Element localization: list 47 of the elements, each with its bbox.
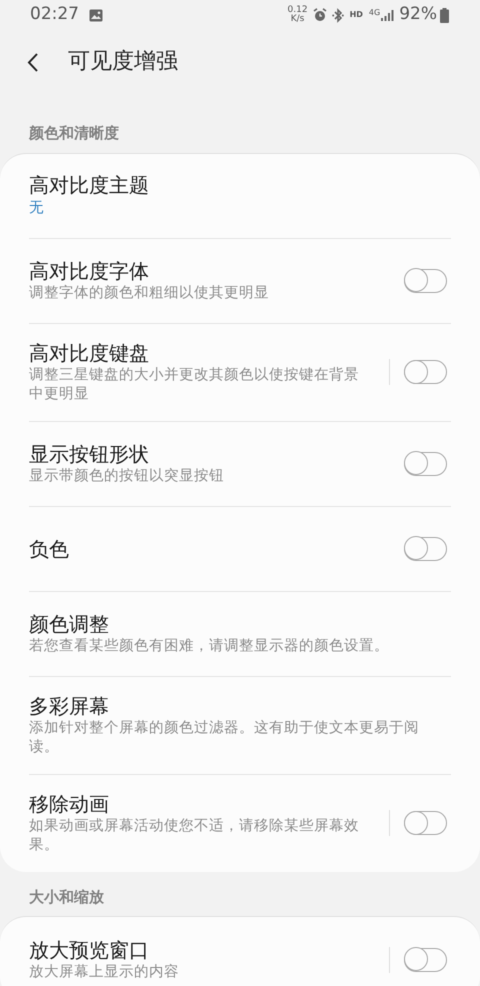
- setting-row[interactable]: 高对比度键盘 调整三星键盘的大小并更改其颜色以使按键在背景中更明显: [0, 324, 480, 422]
- network-type: 4G: [368, 7, 380, 19]
- setting-title: 移除动画: [29, 790, 110, 817]
- hd-label: HD: [350, 9, 363, 21]
- toggle-switch[interactable]: [404, 536, 447, 561]
- setting-description: 放大屏幕上显示的内容: [29, 963, 180, 982]
- toggle-switch[interactable]: [404, 948, 447, 972]
- setting-title: 负色: [29, 536, 70, 562]
- setting-title: 显示按钮形状: [29, 440, 150, 467]
- toggle-switch[interactable]: [404, 360, 447, 384]
- section-header: 大小和缩放: [28, 886, 105, 908]
- setting-title: 高对比度主题: [29, 172, 150, 198]
- status-time: 02:27: [30, 3, 79, 26]
- page-title: 可见度增强: [68, 48, 178, 76]
- setting-row[interactable]: 移除动画 如果动画或屏幕活动使您不适，请移除某些屏幕效果。: [0, 774, 480, 872]
- setting-title: 高对比度键盘: [29, 340, 150, 366]
- setting-row[interactable]: 多彩屏幕 添加针对整个屏幕的颜色过滤器。这有助于使文本更易于阅读。: [0, 676, 480, 775]
- setting-description: 调整三星键盘的大小并更改其颜色以使按键在背景中更明显: [29, 366, 360, 404]
- signal-icon: [381, 10, 394, 20]
- network-speed: 0.12: [288, 6, 308, 15]
- toggle-switch[interactable]: [404, 268, 447, 292]
- setting-title: 高对比度字体: [29, 258, 150, 284]
- setting-title: 放大预览窗口: [29, 937, 150, 964]
- setting-description: 如果动画或屏幕活动使您不适，请移除某些屏幕效果。: [29, 816, 360, 856]
- alarm-icon: [312, 8, 327, 22]
- setting-title: 颜色调整: [29, 610, 110, 637]
- setting-title: 多彩屏幕: [29, 692, 110, 719]
- setting-row[interactable]: 负色: [0, 506, 480, 592]
- setting-row[interactable]: 放大预览窗口 放大屏幕上显示的内容: [0, 917, 480, 986]
- section-header: 颜色和清晰度: [28, 123, 120, 144]
- toggle-switch[interactable]: [404, 811, 447, 836]
- setting-description: 调整字体的颜色和粗细以使其更明显: [29, 284, 270, 303]
- image-icon: [89, 8, 103, 22]
- setting-value: 无: [29, 198, 45, 218]
- setting-row[interactable]: 高对比度主题 无: [0, 154, 480, 238]
- setting-row[interactable]: 显示按钮形状 显示带颜色的按钮以突显按钮: [0, 422, 480, 507]
- bluetooth-icon: [332, 8, 344, 22]
- setting-description: 若您查看某些颜色有困难，请调整显示器的颜色设置。: [29, 636, 390, 656]
- setting-description: 显示带颜色的按钮以突显按钮: [29, 466, 225, 486]
- toggle-switch[interactable]: [404, 452, 447, 476]
- setting-row[interactable]: 颜色调整 若您查看某些颜色有困难，请调整显示器的颜色设置。: [0, 592, 480, 677]
- battery-percent: 92%: [399, 3, 437, 26]
- setting-row[interactable]: 高对比度字体 调整字体的颜色和粗细以使其更明显: [0, 238, 480, 324]
- setting-description: 添加针对整个屏幕的颜色过滤器。这有助于使文本更易于阅读。: [29, 718, 420, 758]
- speed-unit: K/s: [290, 15, 306, 24]
- back-icon: [27, 52, 38, 72]
- battery-icon: [440, 8, 449, 22]
